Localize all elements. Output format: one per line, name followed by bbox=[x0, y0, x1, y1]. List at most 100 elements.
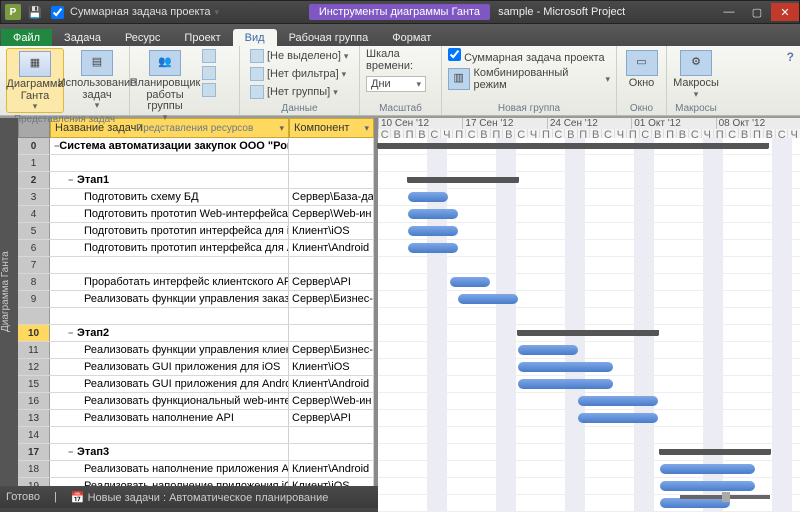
cell-component[interactable] bbox=[289, 427, 374, 443]
table-row[interactable]: 2−Этап1 bbox=[18, 172, 374, 189]
row-number[interactable]: 8 bbox=[18, 274, 50, 290]
cell-task-name[interactable]: Подготовить прототип интерфейса для iOS bbox=[50, 223, 289, 239]
cell-component[interactable]: Клиент\Android bbox=[289, 376, 374, 392]
cell-component[interactable] bbox=[289, 444, 374, 460]
cell-component[interactable]: Клиент\Android bbox=[289, 461, 374, 477]
qat-save-icon[interactable]: 💾 bbox=[25, 3, 45, 21]
row-number[interactable]: 7 bbox=[18, 257, 50, 273]
cell-component[interactable]: Сервер\API bbox=[289, 274, 374, 290]
row-number[interactable]: 10 bbox=[18, 325, 50, 341]
table-row[interactable]: 0−Система автоматизации закупок ООО "Рог… bbox=[18, 138, 374, 155]
table-row[interactable]: 13Реализовать наполнение APIСервер\API bbox=[18, 410, 374, 427]
col-header-component[interactable]: Компонент▾ bbox=[289, 118, 374, 138]
cell-task-name[interactable] bbox=[50, 155, 289, 171]
task-bar[interactable] bbox=[660, 464, 755, 474]
highlight-dropdown[interactable]: [Не выделено]▾ bbox=[246, 48, 352, 64]
cell-component[interactable]: Сервер\Бизнес- bbox=[289, 342, 374, 358]
minimize-button[interactable]: — bbox=[715, 3, 743, 21]
table-row[interactable]: 7 bbox=[18, 257, 374, 274]
cell-task-name[interactable]: Подготовить прототип Web-интерфейса bbox=[50, 206, 289, 222]
cell-task-name[interactable] bbox=[50, 427, 289, 443]
task-bar[interactable] bbox=[450, 277, 490, 287]
table-row[interactable]: 10−Этап2 bbox=[18, 325, 374, 342]
cell-component[interactable] bbox=[289, 172, 374, 188]
macros-button[interactable]: ⚙Макросы▾ bbox=[673, 48, 719, 99]
contextual-tool-tab[interactable]: Инструменты диаграммы Ганта bbox=[309, 4, 490, 20]
row-number[interactable]: 3 bbox=[18, 189, 50, 205]
table-row[interactable]: 14 bbox=[18, 427, 374, 444]
table-row[interactable]: 4Подготовить прототип Web-интерфейсаСерв… bbox=[18, 206, 374, 223]
cell-task-name[interactable]: −Этап1 bbox=[50, 172, 289, 188]
zoom-slider[interactable] bbox=[680, 495, 770, 499]
row-number[interactable]: 5 bbox=[18, 223, 50, 239]
cell-task-name[interactable] bbox=[50, 308, 289, 324]
cell-component[interactable]: Клиент\Android bbox=[289, 240, 374, 256]
tab-team[interactable]: Рабочая группа bbox=[277, 29, 381, 46]
summary-bar[interactable] bbox=[518, 330, 658, 336]
cell-task-name[interactable]: −Этап2 bbox=[50, 325, 289, 341]
combined-mode-button[interactable]: ▥ Комбинированный режим▾ bbox=[448, 66, 610, 92]
window-button[interactable]: ▭Окно bbox=[623, 48, 660, 90]
outline-toggle-icon[interactable]: − bbox=[68, 328, 77, 338]
summary-bar[interactable] bbox=[660, 449, 770, 455]
task-bar[interactable] bbox=[578, 396, 658, 406]
row-number[interactable]: 15 bbox=[18, 376, 50, 392]
task-usage-button[interactable]: ▤ Использование задач▾ bbox=[68, 48, 126, 111]
cell-task-name[interactable]: Подготовить прототип интерфейса для Andr… bbox=[50, 240, 289, 256]
cell-task-name[interactable]: Проработать интерфейс клиентского API bbox=[50, 274, 289, 290]
summary-task-ribbon-check[interactable]: Суммарная задача проекта bbox=[448, 48, 605, 64]
row-number[interactable]: 4 bbox=[18, 206, 50, 222]
gantt-chart[interactable]: 10 Сен '1217 Сен '1224 Сен '1201 Окт '12… bbox=[378, 118, 800, 486]
cell-task-name[interactable] bbox=[50, 257, 289, 273]
task-bar[interactable] bbox=[518, 379, 613, 389]
cell-task-name[interactable]: −Этап3 bbox=[50, 444, 289, 460]
outline-toggle-icon[interactable]: − bbox=[68, 175, 77, 185]
task-bar[interactable] bbox=[408, 226, 458, 236]
row-number[interactable]: 12 bbox=[18, 359, 50, 375]
cell-component[interactable] bbox=[289, 257, 374, 273]
row-number[interactable]: 17 bbox=[18, 444, 50, 460]
cell-component[interactable]: Клиент\iOS bbox=[289, 478, 374, 486]
table-row[interactable]: 6Подготовить прототип интерфейса для And… bbox=[18, 240, 374, 257]
task-bar[interactable] bbox=[518, 345, 578, 355]
cell-component[interactable]: Клиент\iOS bbox=[289, 223, 374, 239]
cell-component[interactable]: Сервер\API bbox=[289, 410, 374, 426]
cell-task-name[interactable]: Реализовать функциональный web-интерфейс bbox=[50, 393, 289, 409]
resource-view-btn-3[interactable] bbox=[198, 82, 220, 98]
maximize-button[interactable]: ▢ bbox=[743, 3, 771, 21]
timescale-dropdown[interactable]: Дни▾ bbox=[366, 76, 426, 92]
help-icon[interactable]: ? bbox=[787, 50, 794, 64]
summary-bar[interactable] bbox=[408, 177, 518, 183]
gantt-body[interactable] bbox=[378, 138, 800, 512]
row-number[interactable]: 13 bbox=[18, 410, 50, 426]
table-row[interactable]: 17−Этап3 bbox=[18, 444, 374, 461]
row-number[interactable]: 9 bbox=[18, 291, 50, 307]
close-button[interactable]: ✕ bbox=[771, 3, 799, 21]
table-row[interactable]: 3Подготовить схему БДСервер\База-да bbox=[18, 189, 374, 206]
row-number[interactable]: 6 bbox=[18, 240, 50, 256]
row-number[interactable]: 2 bbox=[18, 172, 50, 188]
task-bar[interactable] bbox=[660, 498, 730, 508]
task-bar[interactable] bbox=[408, 209, 458, 219]
side-view-tab[interactable]: Диаграмма Ганта bbox=[0, 118, 18, 486]
table-row[interactable]: 19Реализовать наполнение приложения iOSК… bbox=[18, 478, 374, 486]
team-planner-button[interactable]: 👥 Планировщик работы группы▾ bbox=[136, 48, 194, 122]
row-number[interactable] bbox=[18, 308, 50, 324]
table-row[interactable]: 15Реализовать GUI приложения для Android… bbox=[18, 376, 374, 393]
filter-dropdown[interactable]: [Нет фильтра]▾ bbox=[246, 66, 352, 82]
task-bar[interactable] bbox=[518, 362, 613, 372]
gantt-chart-button[interactable]: ▦ Диаграмма Ганта▾ bbox=[6, 48, 64, 113]
cell-component[interactable]: Сервер\Бизнес- bbox=[289, 291, 374, 307]
table-row[interactable]: 8Проработать интерфейс клиентского APIСе… bbox=[18, 274, 374, 291]
cell-task-name[interactable]: Реализовать GUI приложения для iOS bbox=[50, 359, 289, 375]
tab-format[interactable]: Формат bbox=[380, 29, 443, 46]
cell-component[interactable] bbox=[289, 308, 374, 324]
task-bar[interactable] bbox=[578, 413, 658, 423]
table-row[interactable]: 11Реализовать функции управления клиента… bbox=[18, 342, 374, 359]
task-bar[interactable] bbox=[458, 294, 518, 304]
row-number[interactable]: 18 bbox=[18, 461, 50, 477]
group-dropdown[interactable]: [Нет группы]▾ bbox=[246, 84, 352, 100]
cell-component[interactable]: Сервер\База-да bbox=[289, 189, 374, 205]
table-row[interactable]: 18Реализовать наполнение приложения Andr… bbox=[18, 461, 374, 478]
row-number[interactable]: 1 bbox=[18, 155, 50, 171]
